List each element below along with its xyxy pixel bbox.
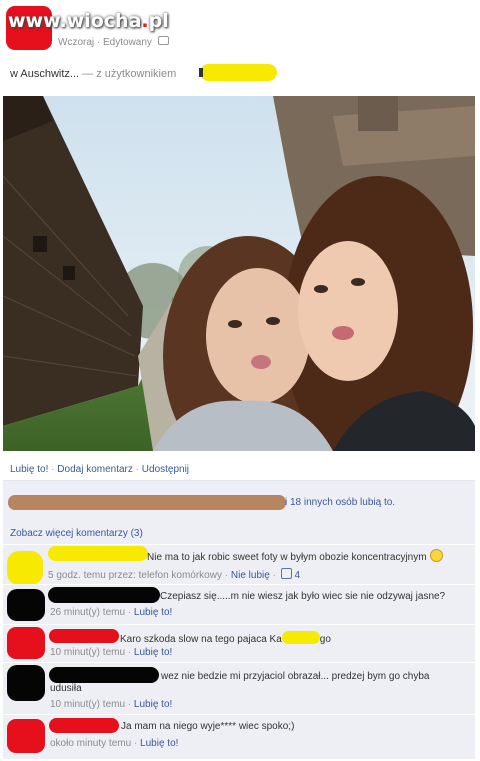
commenter-avatar[interactable] xyxy=(7,589,45,621)
commenter-avatar[interactable] xyxy=(7,627,45,659)
comment-like-link[interactable]: Lubię to! xyxy=(140,738,178,749)
smile-emoticon-icon xyxy=(429,549,443,562)
watermark-logo: www.wiocha.pl xyxy=(8,10,169,32)
comment-text: Nie ma to jak robic sweet foty w byłym o… xyxy=(147,549,443,563)
comment-like-count[interactable]: 4 xyxy=(294,570,300,581)
commenter-avatar[interactable] xyxy=(7,551,43,585)
comment-item: Karo szkoda slow na tego pajaca Ka go 10 … xyxy=(3,624,475,661)
redacted-commenter-name xyxy=(48,587,160,603)
comment-meta: 10 minut(y) temu · Lubię to! xyxy=(50,647,173,658)
like-count-icon xyxy=(280,568,292,579)
share-link[interactable]: Udostępnij xyxy=(142,464,189,475)
comment-link[interactable]: Dodaj komentarz xyxy=(57,464,133,475)
comment-meta: 10 minut(y) temu · Lubię to! xyxy=(50,699,173,710)
location-link[interactable]: w Auschwitz... xyxy=(10,68,79,80)
comment-item: wez nie bedzie mi przyjaciol obrazał... … xyxy=(3,662,475,715)
redacted-commenter-name xyxy=(49,629,119,643)
post-time[interactable]: Wczoraj xyxy=(58,37,94,48)
post-meta: Wczoraj · Edytowany xyxy=(58,36,169,48)
redacted-likers xyxy=(8,495,286,510)
comment-text: Karo szkoda slow na tego pajaca Ka go xyxy=(120,631,331,645)
view-more-comments[interactable]: Zobacz więcej komentarzy (3) xyxy=(10,528,143,539)
comment-item: Ja mam na niego wyje**** wiec spoko;) ok… xyxy=(3,714,475,759)
comment-text-continued: udusiła xyxy=(50,683,82,694)
commenter-avatar[interactable] xyxy=(7,719,45,753)
redaction-tick xyxy=(199,68,203,77)
comment-meta: około minuty temu · Lubię to! xyxy=(50,738,179,749)
comment-like-link[interactable]: Lubię to! xyxy=(134,699,172,710)
comment-like-link[interactable]: Lubię to! xyxy=(134,647,172,658)
post-location-line: w Auschwitz... — z użytkownikiem xyxy=(10,68,176,80)
redacted-commenter-name xyxy=(49,667,159,683)
comment-meta: 26 minut(y) temu · Lubię to! xyxy=(50,607,173,618)
likes-row: i 18 innych osób lubią to. xyxy=(3,491,475,515)
post-actions: Lubię to! · Dodaj komentarz · Udostępnij xyxy=(10,464,190,475)
comment-item: Nie ma to jak robic sweet foty w byłym o… xyxy=(3,544,475,585)
with-user-text: — z użytkownikiem xyxy=(82,68,177,80)
redacted-tagged-user xyxy=(200,64,277,81)
audience-icon[interactable] xyxy=(157,36,169,45)
redacted-mention xyxy=(281,631,320,644)
comment-item: Czepiasz się.....m nie wiesz jak było wi… xyxy=(3,584,475,623)
comment-meta: 5 godz. temu przez: telefon komórkowy · … xyxy=(48,568,301,581)
comment-text: wez nie bedzie mi przyjaciol obrazał... … xyxy=(161,671,430,682)
comment-text: Ja mam na niego wyje**** wiec spoko;) xyxy=(121,721,295,732)
unlike-link[interactable]: Nie lubię xyxy=(231,570,270,581)
redacted-commenter-name xyxy=(48,546,148,561)
post-photo[interactable] xyxy=(3,96,475,451)
commenter-avatar[interactable] xyxy=(7,665,45,701)
redacted-commenter-name xyxy=(49,718,119,733)
comment-like-link[interactable]: Lubię to! xyxy=(134,607,172,618)
post-edited[interactable]: Edytowany xyxy=(103,37,152,48)
likes-count-text[interactable]: i 18 innych osób lubią to. xyxy=(285,497,395,508)
comment-text: Czepiasz się.....m nie wiesz jak było wi… xyxy=(160,591,446,602)
like-link[interactable]: Lubię to! xyxy=(10,464,48,475)
